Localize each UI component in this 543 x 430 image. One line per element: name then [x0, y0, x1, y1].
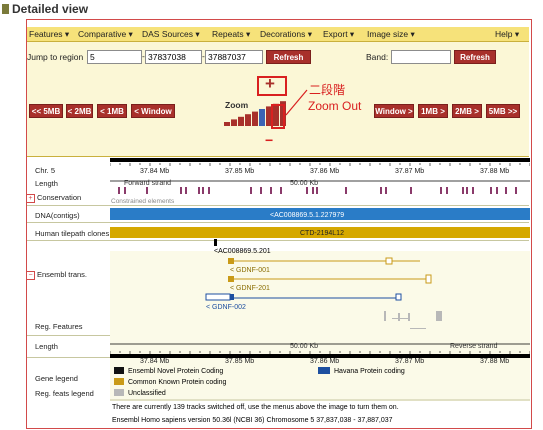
zoom-level-step[interactable]	[252, 111, 258, 126]
forward-1mb-button[interactable]: 1MB >	[418, 104, 448, 118]
title-marker-icon	[2, 4, 9, 14]
back-5mb-button[interactable]: << 5MB	[29, 104, 63, 118]
menu-repeats[interactable]: Repeats ▾	[212, 29, 250, 40]
scale-tick-label: 37.86 Mb	[310, 168, 339, 175]
menu-comparative[interactable]: Comparative ▾	[78, 29, 133, 40]
legend-havana-label: Havana Protein coding	[334, 368, 405, 375]
scale-tick-label: 37.87 Mb	[395, 358, 424, 365]
menu-help[interactable]: Help ▾	[495, 29, 519, 40]
forward-window-button[interactable]: Window >	[374, 104, 414, 118]
zoom-in-plus-icon[interactable]: +	[265, 74, 275, 94]
transcript-label-gdnf-201[interactable]: < GDNF-201	[230, 285, 270, 292]
track-label-length: Length	[35, 179, 58, 188]
constrained-elements-label: Constrained elements	[111, 198, 175, 205]
length-value-label: 50.00 Kb	[290, 180, 318, 187]
scale-tick-label: 37.88 Mb	[480, 168, 509, 175]
reverse-strand-label: Reverse strand	[450, 343, 498, 350]
chromosome-scale-bar	[110, 158, 530, 162]
scale-ticks	[110, 163, 530, 166]
transcript-label-gdnf-001[interactable]: < GDNF-001	[230, 267, 270, 274]
zoom-level-step[interactable]	[238, 116, 244, 126]
region-start-input[interactable]	[145, 50, 202, 64]
page-title: Detailed view	[2, 2, 88, 16]
track-label-reg-legend: Reg. feats legend	[35, 389, 94, 398]
jump-refresh-button[interactable]: Refresh	[266, 50, 311, 64]
band-input[interactable]	[391, 50, 451, 64]
gdnf-201-exon	[425, 274, 432, 284]
forward-5mb-button[interactable]: 5MB >>	[486, 104, 520, 118]
jump-to-region-label: Jump to region	[27, 52, 84, 62]
legend-unclassified-label: Unclassified	[128, 390, 166, 397]
gdnf-002-exon	[395, 293, 402, 301]
footer-version-note: Ensembl Homo sapiens version 50.36l (NCB…	[112, 417, 393, 424]
transcript-label-gdnf-002[interactable]: < GDNF-002	[206, 304, 246, 311]
chromosome-input[interactable]	[87, 50, 142, 64]
legend-havana-swatch	[318, 367, 330, 374]
menu-features[interactable]: Features ▾	[29, 29, 69, 40]
legend-known-swatch	[114, 378, 124, 385]
legend-known-label: Common Known Protein coding	[128, 379, 227, 386]
menu-das-sources[interactable]: DAS Sources ▾	[142, 29, 200, 40]
back-1mb-button[interactable]: < 1MB	[97, 104, 127, 118]
legend-novel-swatch	[114, 367, 124, 374]
gdnf-002-utr	[205, 293, 231, 301]
scale-tick-label: 37.87 Mb	[395, 168, 424, 175]
track-label-regfeatures: Reg. Features	[35, 322, 83, 331]
forward-strand-label: Forward strand	[124, 180, 171, 187]
track-label-chr: Chr. 5	[35, 166, 56, 175]
zoom-level-step[interactable]	[231, 119, 237, 126]
gdnf-001-exon	[228, 258, 234, 264]
scale-tick-label: 37.88 Mb	[480, 358, 509, 365]
menu-export[interactable]: Export ▾	[323, 29, 354, 40]
forward-2mb-button[interactable]: 2MB >	[452, 104, 482, 118]
legend-unclassified-swatch	[114, 389, 124, 396]
band-label: Band:	[366, 52, 389, 62]
zoom-level-step[interactable]	[259, 109, 265, 126]
zoom-level-step[interactable]	[245, 114, 251, 126]
scale-tick-label: 37.84 Mb	[140, 168, 169, 175]
length-value-bottom: 50.00 Kb	[290, 343, 318, 350]
annotation-text-line2: Zoom Out	[308, 99, 362, 113]
menu-image-size[interactable]: Image size ▾	[367, 29, 415, 40]
region-end-input[interactable]	[205, 50, 263, 64]
scale-tick-label: 37.84 Mb	[140, 358, 169, 365]
track-label-dna: DNA(contigs)	[35, 211, 80, 220]
zoom-out-annotation-box	[271, 104, 285, 129]
scale-tick-label: 37.85 Mb	[225, 168, 254, 175]
clone-label: CTD-2194L12	[300, 230, 344, 237]
menu-decorations[interactable]: Decorations ▾	[260, 29, 312, 40]
genome-track-image[interactable]: Forward strand 50.00 Kb Constrained elem…	[110, 158, 530, 428]
gdnf-201-exon	[228, 276, 234, 282]
scale-tick-label: 37.86 Mb	[310, 358, 339, 365]
track-label-gene-legend: Gene legend	[35, 374, 78, 383]
zoom-out-minus-icon[interactable]: −	[265, 132, 273, 148]
track-label-conservation: + Conservation	[26, 193, 81, 203]
back-window-button[interactable]: < Window	[131, 104, 175, 118]
gdnf-002-exon	[230, 294, 234, 300]
track-label-tilepath: Human tilepath clones	[35, 229, 110, 238]
track-label-ensembl: − Ensembl trans.	[26, 270, 87, 280]
gdnf-001-exon	[385, 257, 393, 265]
band-refresh-button[interactable]: Refresh	[454, 50, 496, 64]
transcript-label-ac[interactable]: <AC008869.5.201	[214, 248, 271, 255]
annotation-arrow	[285, 89, 308, 116]
annotation-text-line1: 二段階	[309, 83, 346, 97]
legend-novel-label: Ensembl Novel Protein Coding	[128, 368, 223, 375]
contig-label: <AC008869.5.1.227979	[270, 212, 344, 219]
page-title-text: Detailed view	[12, 2, 89, 16]
zoom-level-step[interactable]	[224, 122, 230, 126]
footer-tracks-note: There are currently 139 tracks switched …	[112, 404, 399, 411]
track-label-length-bottom: Length	[35, 342, 58, 351]
novel-marker	[214, 239, 217, 246]
conservation-track	[118, 187, 517, 194]
scale-tick-label: 37.85 Mb	[225, 358, 254, 365]
back-2mb-button[interactable]: < 2MB	[66, 104, 93, 118]
